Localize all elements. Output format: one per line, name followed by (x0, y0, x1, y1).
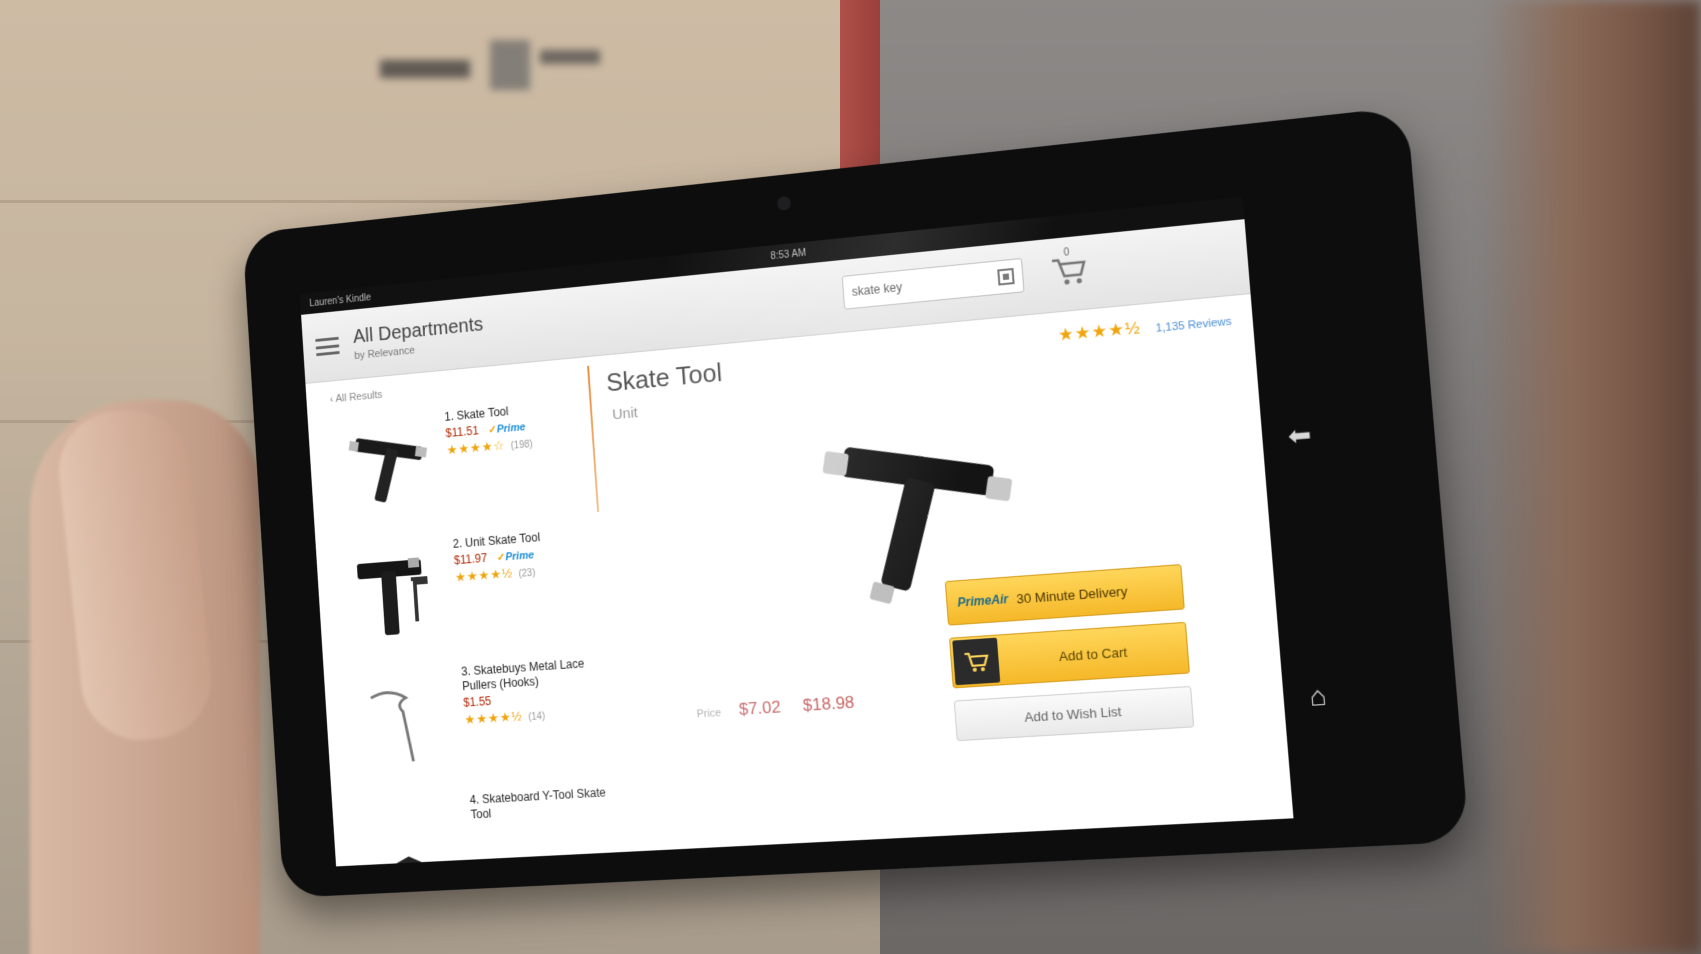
add-to-cart-label: Add to Cart (1058, 643, 1128, 664)
rating-stars: ★★★★½ (464, 708, 524, 728)
person-silhouette (1481, 0, 1701, 954)
search-value: skate key (851, 280, 903, 299)
scan-icon[interactable] (997, 267, 1015, 286)
cart-icon (952, 637, 1001, 686)
department-selector[interactable]: All Departments by Relevance (352, 313, 484, 361)
wishlist-label: Add to Wish List (1023, 703, 1123, 725)
review-count: (198) (510, 439, 534, 452)
back-arrow-icon[interactable]: ⬅ (1287, 419, 1313, 452)
prime-air-logo: PrimeAir (956, 591, 1009, 610)
back-to-results-link[interactable]: ‹ All Results (330, 389, 383, 405)
result-title: 1. Skate Tool (444, 404, 509, 424)
back-label: All Results (335, 389, 383, 405)
list-item[interactable]: 2. Unit Skate Tool $11.97 ✓Prime ★★★★½ (2… (315, 518, 600, 666)
add-to-wishlist-button[interactable]: Add to Wish List (953, 685, 1195, 742)
list-item[interactable]: 1. Skate Tool $11.51 ✓Prime ★★★★☆ (198) (307, 390, 591, 541)
blurred-tool-image (380, 40, 600, 90)
cart-button[interactable]: 0 (1047, 247, 1091, 291)
chevron-left-icon: ‹ (329, 393, 334, 406)
result-price: $11.51 (445, 423, 480, 441)
rating-stars: ★★★★½ (1057, 317, 1142, 345)
cart-count: 0 (1063, 247, 1070, 259)
product-rating[interactable]: ★★★★½ 1,135 Reviews (1057, 309, 1232, 346)
hamburger-icon[interactable] (315, 336, 340, 357)
rating-stars: ★★★★½ (454, 565, 514, 585)
price-label: Price (696, 707, 722, 721)
y-tool-thumbnail (369, 804, 459, 867)
price-range: Price $7.02 $18.98 (696, 693, 855, 723)
result-price: $11.97 (453, 551, 488, 568)
review-count: (14) (528, 711, 546, 724)
lace-puller-thumbnail (361, 676, 451, 770)
list-item[interactable]: 3. Skatebuys Metal Lace Pullers (Hooks) … (323, 648, 609, 794)
review-count: (23) (518, 567, 536, 580)
result-title: 2. Unit Skate Tool (452, 530, 541, 551)
tablet-device: Lauren's Kindle 8:53 AM ▾ ▮ All Departme… (242, 106, 1470, 898)
prime-badge: ✓Prime (496, 549, 535, 564)
reviews-link[interactable]: 1,135 Reviews (1155, 316, 1232, 335)
product-detail: Skate Tool Unit ★★★★½ 1,135 Reviews Pric… (604, 293, 1293, 851)
results-list: 1. Skate Tool $11.51 ✓Prime ★★★★☆ (198) (307, 390, 618, 867)
camera-icon (776, 195, 792, 211)
result-price: $1.55 (462, 694, 492, 710)
main-content: ‹ All Results 1. Skate Tool $11.51 ✓Prim… (305, 293, 1293, 866)
price-to: $18.98 (802, 692, 856, 715)
prime-badge: ✓Prime (487, 421, 526, 437)
rating-stars: ★★★★☆ (446, 437, 506, 458)
t-tool-thumbnail (348, 438, 428, 503)
prime-air-label: 30 Minute Delivery (1015, 582, 1128, 607)
search-input[interactable]: skate key (841, 257, 1025, 310)
status-clock: 8:53 AM (769, 247, 807, 262)
result-title: 4. Skateboard Y-Tool Skate Tool (469, 785, 607, 822)
product-title: Skate Tool (605, 357, 723, 398)
device-name: Lauren's Kindle (309, 292, 372, 309)
add-to-cart-button[interactable]: Add to Cart (949, 621, 1190, 689)
tablet-screen: Lauren's Kindle 8:53 AM ▾ ▮ All Departme… (299, 188, 1374, 867)
list-item[interactable]: 4. Skateboard Y-Tool Skate Tool (331, 777, 618, 866)
result-title: 3. Skatebuys Metal Lace Pullers (Hooks) (460, 656, 585, 694)
unit-tool-thumbnail (356, 557, 443, 636)
price-from: $7.02 (738, 697, 782, 719)
home-icon[interactable]: ⌂ (1308, 680, 1328, 712)
product-brand[interactable]: Unit (612, 404, 638, 423)
